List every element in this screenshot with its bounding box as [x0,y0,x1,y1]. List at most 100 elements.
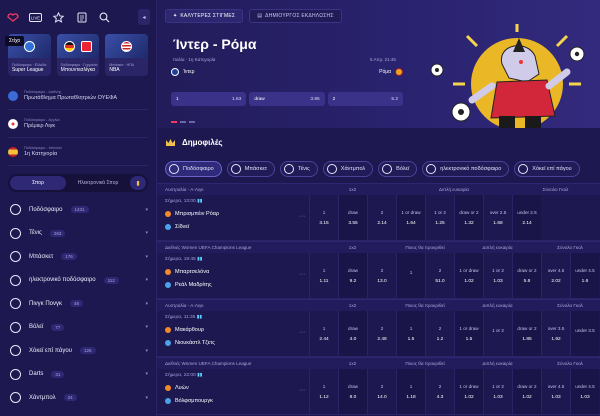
league-tile-bundesliga[interactable]: Ποδόσφαιρο · Γερμανία Μπουντεσλίγκα [56,34,100,76]
odd-button[interactable]: under 4.5 1.03 [570,369,599,414]
odd-button[interactable]: draw 8.0 [338,369,367,414]
match-header: Διεθνές Women UEFA Champions League 1x2 Πο… [157,357,600,369]
home-icon[interactable] [6,11,19,24]
sport-item-ice-hockey[interactable]: Χόκεϊ επί πάγου 126 ▾ [0,339,156,363]
odd-button[interactable]: 1 or draw 1.02 [454,369,483,414]
odd-button[interactable]: 1 1.5 [396,311,425,356]
odd-button[interactable]: 1 or 2 1.25 [425,195,454,240]
favorite-league-ucl[interactable]: Ποδόσφαιρο - Διεθνής Πρωτάθλημα Πρωταθλητ… [8,82,148,110]
odd-button[interactable]: under 4.5 1.6 [570,253,599,298]
tab-event-creator[interactable]: ▤ ΔΗΜΙΟΥΡΓΟΣ ΕΚΔΗΛΩΣΗΣ [249,9,342,23]
odd-button[interactable]: draw or 2 1.85 [512,311,541,356]
odd-button[interactable]: 2 51.0 [425,253,454,298]
odd-button[interactable]: 1 or 2 1.03 [483,253,512,298]
pill-basketball[interactable]: Μπάσκετ [226,161,275,177]
match-odds: 1 1.11 draw 9.2 2 13.0 1 2 51.0 1 or draw 1.02 1 or… [309,253,600,298]
pill-football[interactable]: Ποδόσφαιρο [165,161,222,177]
sport-item-football[interactable]: Ποδόσφαιρο 1431 ▾ [0,198,156,222]
odd-button[interactable]: 2 2.48 [367,311,396,356]
sport-item-basketball[interactable]: Μπάσκετ 176 ▾ [0,245,156,269]
sport-name: Τένις [29,230,42,237]
featured-home-team: Ίντερ [183,69,195,75]
competition-name[interactable]: Διεθνές Women UEFA Champions League [157,245,309,250]
odd-value: 1.02 [464,278,474,284]
featured-odd-button[interactable]: draw 3.85 [249,92,325,106]
collapse-sidebar-button[interactable]: ◂ [138,9,150,25]
pill-handball[interactable]: Χάντμπολ [322,161,374,177]
star-icon[interactable] [52,11,65,24]
match-info[interactable]: Σήμερα, 11:35 ▮▮ Μακάρθουρ Νιουκάστλ Τζετς… [157,311,309,356]
odd-button[interactable]: 2 1.2 [425,311,454,356]
match-info[interactable]: Σήμερα, 22:00 ▮▮ Λυών Βόλφσμπουργκ ⋯ [157,369,309,414]
odd-button[interactable]: 2 4.3 [425,369,454,414]
odd-button[interactable]: over 4.5 1.03 [541,369,570,414]
odd-button[interactable]: 1 or 2 [483,311,512,356]
odd-button[interactable]: draw or 2 1.02 [512,369,541,414]
odd-value: 1.11 [319,278,329,284]
banner-pagination[interactable] [171,121,195,123]
search-icon[interactable] [98,11,111,24]
odd-button[interactable]: 1 1.11 [309,253,338,298]
chevron-down-icon[interactable]: ⋯ [299,271,305,278]
betslip-icon[interactable] [75,11,88,24]
sport-count: 176 [61,253,77,261]
odd-button[interactable]: 2 2.14 [367,195,396,240]
odd-button[interactable]: draw 4.0 [338,311,367,356]
odd-button[interactable]: 1 3.15 [309,195,338,240]
odd-button[interactable]: 1 or 2 1.03 [483,369,512,414]
odd-button[interactable]: under 3.5 [570,311,599,356]
league-tile-nba[interactable]: Μπάσκετ · ΗΠΑ NBA [105,34,149,76]
esports-mode-option[interactable]: Ηλεκτρονικά Σπορ [70,176,126,190]
match-info[interactable]: Σήμερα, 19:45 ▮▮ Μπαρτσελόνα Ρεάλ Μαδρίτης… [157,253,309,298]
sport-item-darts[interactable]: Darts 31 ▾ [0,363,156,387]
chevron-down-icon[interactable]: ⋯ [299,329,305,336]
sport-count: 77 [51,323,65,331]
pill-efootball[interactable]: ηλεκτρονικό ποδόσφαιρο [422,161,510,177]
pill-volleyball[interactable]: Βόλεϊ [378,161,418,177]
sport-item-volleyball[interactable]: Βόλεϊ 77 ▾ [0,316,156,340]
odd-button[interactable]: 1 or draw 1.5 [454,311,483,356]
odd-button[interactable]: 1 1.12 [309,369,338,414]
odd-button[interactable]: 1 2.44 [309,311,338,356]
sport-item-ping-pong[interactable]: Πινγκ Πονγκ 48 ▾ [0,292,156,316]
team-crest-icon [165,210,171,217]
match-info[interactable]: Σήμερα, 13:00 ▮▮ Μπρισμπέιν Ρόαρ Σίδνεϊ ⋯ [157,195,309,240]
odd-button[interactable]: 1 or draw 1.64 [396,195,425,240]
favorite-league-premier[interactable]: Ποδόσφαιρο - Αγγλία Πρέμιερ Λιγκ [8,110,148,138]
pill-tennis[interactable]: Τένις [279,161,318,177]
featured-odd-button[interactable]: 2 5.2 [327,92,403,106]
odd-button[interactable]: under 2.5 2.14 [512,195,541,240]
odd-button[interactable]: draw 3.55 [338,195,367,240]
odd-button[interactable]: 2 14.0 [367,369,396,414]
sport-item-handball[interactable]: Χάντμπολ 24 ▾ [0,386,156,410]
live-icon[interactable]: LIVE [29,11,42,24]
competition-name[interactable]: Διεθνές Women UEFA Champions League [157,361,309,366]
tab-highlights[interactable]: ✦ ΚΑΛΥΤΕΡΕΣ ΣΤΙΓΜΕΣ [165,9,244,23]
stats-icon[interactable]: ▮ [130,176,146,190]
odd-value: 1.32 [464,220,474,226]
odd-button[interactable]: draw or 2 5.8 [512,253,541,298]
odd-button[interactable]: over 3.5 1.92 [541,311,570,356]
odd-button[interactable]: over 4.5 2.02 [541,253,570,298]
odd-button[interactable]: 1 [396,253,425,298]
pill-label: ηλεκτρονικό ποδόσφαιρο [440,166,502,172]
odd-button[interactable]: 1 or draw 1.02 [454,253,483,298]
sport-name: Πινγκ Πονγκ [29,300,63,307]
favorite-league-laliga[interactable]: Ποδόσφαιρο - Ισπανία 1η Κατηγορία [8,138,148,166]
odd-button[interactable]: draw 9.2 [338,253,367,298]
sport-item-efootball[interactable]: ηλεκτρονικό ποδόσφαιρο 112 ▾ [0,269,156,293]
sport-item-tennis[interactable]: Τένις 263 ▾ [0,222,156,246]
sports-mode-option[interactable]: Σπορ [10,176,66,190]
sport-count: 263 [49,229,66,237]
odd-button[interactable]: 1 1.18 [396,369,425,414]
odd-button[interactable]: draw or 2 1.32 [454,195,483,240]
competition-name[interactable]: Αυστραλία - Α-Λιγκ [157,303,309,308]
odd-button[interactable]: over 2.5 1.68 [483,195,512,240]
pill-ice-hockey[interactable]: Χόκεϊ επί πάγου [514,161,580,177]
competition-name[interactable]: Αυστραλία - Α-Λιγκ [157,187,309,192]
chevron-down-icon[interactable]: ⋯ [299,387,305,394]
odd-value: 5.2 [391,96,398,102]
featured-odd-button[interactable]: 1 1.63 [171,92,247,106]
chevron-down-icon[interactable]: ⋯ [299,213,305,220]
odd-button[interactable]: 2 13.0 [367,253,396,298]
